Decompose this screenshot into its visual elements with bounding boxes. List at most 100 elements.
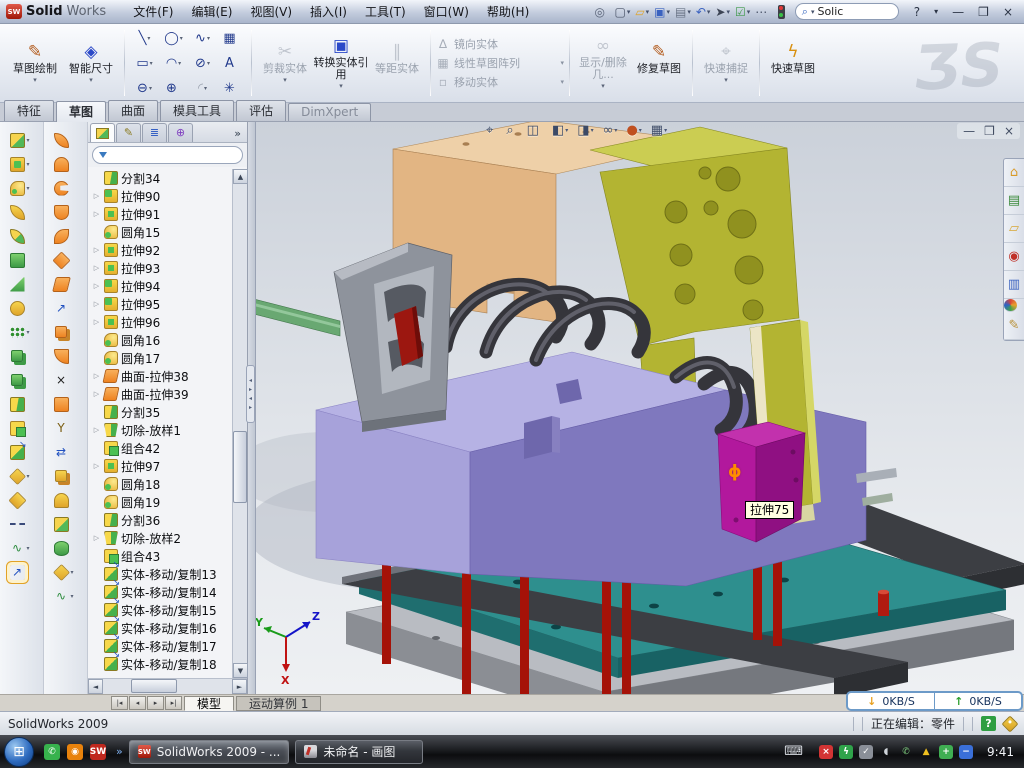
display-style-icon[interactable]: ◨ ▾: [577, 123, 593, 138]
expand-arrow-icon[interactable]: [92, 534, 101, 542]
tree-item[interactable]: 圆角18: [92, 475, 247, 493]
combine-bodies-icon[interactable]: [0, 344, 43, 368]
spline-tool[interactable]: ∿ ▾: [188, 26, 217, 51]
fillet-icon[interactable]: [0, 176, 43, 200]
expand-arrow-icon[interactable]: [92, 372, 101, 380]
tree-item[interactable]: 拉伸91: [92, 205, 247, 223]
sync-blocked-icon[interactable]: −: [959, 745, 973, 759]
expand-arrow-icon[interactable]: [92, 264, 101, 272]
linear-sketch-pattern-button[interactable]: ▦ 线性草图阵列 ▾: [436, 55, 564, 71]
tree-item[interactable]: 拉伸97: [92, 457, 247, 475]
shell-icon[interactable]: [0, 296, 43, 320]
open-icon[interactable]: ▱ ▾: [633, 4, 651, 20]
arc-tool[interactable]: ◠ ▾: [159, 51, 188, 76]
linear-pattern-icon[interactable]: [0, 320, 43, 344]
tree-vertical-scrollbar[interactable]: ▲ ▼: [232, 169, 247, 678]
mid-surface-icon[interactable]: [44, 224, 87, 248]
ellipse-tool[interactable]: ⊘ ▾: [188, 51, 217, 76]
repair-sketch-button[interactable]: ✎ 修复草图 ▾: [631, 41, 687, 86]
tree-item[interactable]: 分割34: [92, 169, 247, 187]
point-tool[interactable]: ✳ ▾: [217, 76, 246, 101]
tree-item[interactable]: 分割36: [92, 511, 247, 529]
motion-study-tab[interactable]: 运动算例 1: [236, 696, 321, 711]
tab-featuremanager[interactable]: [90, 123, 115, 142]
line-tool[interactable]: ╲ ▾: [130, 26, 159, 51]
parting-lines-icon[interactable]: Y: [44, 416, 87, 440]
offset-entities-button[interactable]: ∥ 等距实体 ▾: [369, 41, 425, 86]
move-face-icon[interactable]: ⇄: [44, 440, 87, 464]
zoom-to-area-icon[interactable]: ⌕ ▾: [506, 123, 517, 138]
hide-show-items-icon[interactable]: ∞ ▾: [603, 123, 618, 138]
tree-filter-input[interactable]: [92, 146, 243, 164]
tree-item[interactable]: 圆角16: [92, 331, 247, 349]
trim-entities-button[interactable]: ✂ 剪裁实体 ▾: [257, 41, 313, 86]
lofted-boss-icon[interactable]: [0, 224, 43, 248]
tab-nav-button[interactable]: ▸: [147, 696, 164, 710]
tree-item[interactable]: 圆角15: [92, 223, 247, 241]
messenger-icon[interactable]: ✆: [44, 744, 60, 760]
zoom-to-fit-icon[interactable]: ⌖ ▾: [486, 123, 497, 138]
scrollbar-thumb[interactable]: [233, 431, 247, 503]
scrollbar-thumb[interactable]: [131, 679, 177, 693]
part-locating-pin[interactable]: [878, 590, 889, 616]
quick-snaps-button[interactable]: ⌖ 快速捕捉 ▾: [698, 41, 754, 86]
rebuild-traffic-light-icon[interactable]: [778, 5, 785, 19]
expand-arrow-icon[interactable]: [92, 246, 101, 254]
combine-icon[interactable]: [0, 416, 43, 440]
polygon-tool[interactable]: ⊕ ▾: [159, 76, 188, 101]
menu-item[interactable]: 帮助(H): [478, 0, 538, 23]
split-icon[interactable]: [0, 392, 43, 416]
expand-arrow-icon[interactable]: [92, 390, 101, 398]
menu-item[interactable]: 窗口(W): [415, 0, 478, 23]
3d-contentcentral-icon[interactable]: ◉: [1004, 243, 1024, 271]
expand-arrow-icon[interactable]: [92, 210, 101, 218]
section-view-icon[interactable]: ◫ ▾: [527, 123, 543, 138]
spline-curve-icon[interactable]: ∿: [0, 536, 43, 560]
extruded-cut-icon[interactable]: [0, 152, 43, 176]
mirror-entities-button[interactable]: ∆ 镜向实体 ▾: [436, 36, 564, 52]
solidworks-resources-icon[interactable]: ⌂: [1004, 159, 1024, 187]
composite-curve-icon[interactable]: [0, 512, 43, 536]
smart-dimension-button[interactable]: ◈ 智能尺寸 ▾: [63, 41, 119, 86]
convert-entities-button[interactable]: ▣ 转换实体引用 ▾: [313, 35, 369, 92]
scroll-right-icon[interactable]: ►: [232, 679, 247, 694]
tree-item[interactable]: 拉伸96: [92, 313, 247, 331]
trimmed-surface-icon[interactable]: [44, 176, 87, 200]
print-icon[interactable]: ▤ ▾: [673, 4, 693, 20]
restore-button[interactable]: ❒: [973, 5, 994, 19]
tree-item[interactable]: 切除-放样1: [92, 421, 247, 439]
doc-close-button[interactable]: ×: [1004, 124, 1014, 138]
surface-fillet-icon[interactable]: [44, 344, 87, 368]
tags-icon[interactable]: [1002, 715, 1019, 732]
select-icon[interactable]: ➤ ▾: [713, 4, 732, 20]
menu-item[interactable]: 视图(V): [241, 0, 301, 23]
tree-item[interactable]: 拉伸94: [92, 277, 247, 295]
appearances-icon[interactable]: [1004, 299, 1017, 312]
doc-minimize-button[interactable]: —: [963, 124, 975, 138]
expand-arrow-icon[interactable]: [92, 318, 101, 326]
circle-tool[interactable]: ◯ ▾: [159, 26, 188, 51]
tree-item[interactable]: 曲面-拉伸39: [92, 385, 247, 403]
untrim-surface-icon[interactable]: [44, 392, 87, 416]
scroll-up-icon[interactable]: ▲: [233, 169, 248, 184]
ribbon-tab[interactable]: 评估: [236, 100, 286, 121]
expand-arrow-icon[interactable]: [92, 192, 101, 200]
spline-curve2-icon[interactable]: ∿: [44, 584, 87, 608]
tree-item[interactable]: 圆角19: [92, 493, 247, 511]
display-delete-relations-button[interactable]: ∞ 显示/删除几... ▾: [575, 35, 631, 92]
slot-tool[interactable]: ⊖ ▾: [130, 76, 159, 101]
defender-icon[interactable]: +: [939, 745, 953, 759]
display-pane-grip[interactable]: ◂▸◂▸: [246, 365, 255, 423]
search-input[interactable]: ⌕ ▾ Solic: [795, 3, 899, 20]
tab-propertymanager[interactable]: ✎: [116, 123, 141, 142]
save-icon[interactable]: ▣ ▾: [652, 4, 672, 20]
expand-arrow-icon[interactable]: [92, 300, 101, 308]
quick-tips-icon[interactable]: ?: [981, 716, 996, 731]
close-button[interactable]: ×: [998, 5, 1018, 19]
swept-boss-icon[interactable]: [0, 200, 43, 224]
scroll-left-icon[interactable]: ◄: [88, 679, 103, 694]
draft-icon[interactable]: [0, 272, 43, 296]
rapid-sketch-button[interactable]: ϟ 快速草图 ▾: [765, 41, 821, 86]
sketch-picture-tool[interactable]: ▦ ▾: [217, 26, 246, 51]
options-icon[interactable]: ☑ ▾: [733, 4, 752, 20]
